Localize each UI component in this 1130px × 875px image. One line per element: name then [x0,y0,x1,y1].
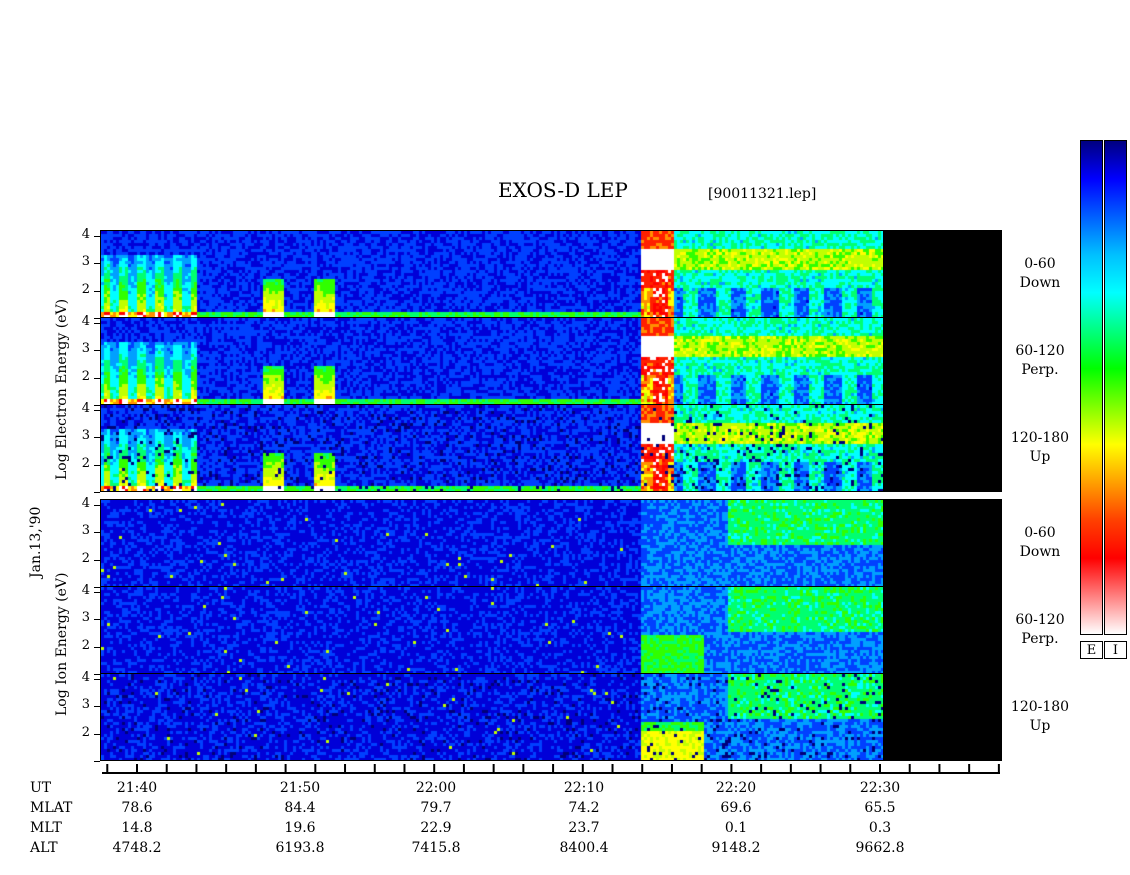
panel-label-0: 0-60 Down [1000,255,1080,293]
pitch-range-label: 60-120 [1015,343,1065,359]
ephemeris-value: 8400.4 [559,840,609,856]
y-tick [94,437,100,438]
electron-colorbar-label: E [1080,641,1103,659]
time-tick-label: 22:00 [415,780,457,796]
y-tick-label: 2 [81,455,90,471]
y-tick-label: 4 [81,400,90,416]
spectrogram-image [101,318,883,404]
time-tick-label: 21:40 [116,780,158,796]
ephemeris-value: 14.8 [121,820,153,836]
spectrogram-image [101,674,883,760]
ion-colorbar-label: I [1104,641,1127,659]
ephemeris-value: 0.3 [868,820,892,836]
y-tick [94,350,100,351]
y-tick-label: 2 [81,724,90,740]
y-tick-label: 2 [81,281,90,297]
spectrogram-image [101,500,883,586]
y-tick [94,235,100,237]
y-tick [94,619,100,620]
date-label: Jan.13,'90 [28,506,44,578]
ion-colorbar [1104,140,1127,635]
chart-title: EXOS-D LEP [498,178,628,202]
ephemeris-value: 4748.2 [112,840,162,856]
file-name: [90011321.lep] [708,186,817,202]
y-tick-label: 4 [81,582,90,598]
direction-label: Down [1019,544,1061,560]
direction-label: Up [1029,449,1051,465]
ephemeris-value: 22.9 [420,820,452,836]
y-tick [94,504,100,506]
panel-label-5: 120-180 Up [1000,698,1080,736]
y-tick-label: 2 [81,368,90,384]
ephemeris-value: 78.6 [121,800,153,816]
time-tick-label: 21:50 [279,780,321,796]
ephemeris-value: 6193.8 [275,840,325,856]
y-tick-label: 2 [81,550,90,566]
y-tick-label: 3 [81,523,90,538]
y-tick [94,559,100,561]
y-tick-label: 3 [81,254,90,269]
panel-label-3: 0-60 Down [1000,524,1080,562]
ephemeris-value: 74.2 [568,800,600,816]
y-tick-label: 4 [81,495,90,511]
time-tick-label: 22:20 [715,780,757,796]
time-tick-label: 22:30 [859,780,901,796]
y-tick [94,263,100,264]
time-tick-label: 22:10 [563,780,605,796]
pitch-range-label: 120-180 [1010,430,1070,446]
ephemeris-value: 9662.8 [855,840,905,856]
y-tick [94,409,100,411]
y-tick-label: 3 [81,610,90,625]
ephemeris-value: 84.4 [284,800,316,816]
y-tick-label: 2 [81,637,90,653]
ephemeris-row-label: MLAT [30,800,73,816]
y-tick [94,706,100,707]
y-tick [94,322,100,324]
pitch-range-label: 120-180 [1010,699,1070,715]
direction-label: Perp. [1021,631,1059,647]
ephemeris-value: 23.7 [568,820,600,836]
panel-label-2: 120-180 Up [1000,429,1080,467]
y-tick-label: 4 [81,226,90,242]
spectrogram-image [101,587,883,673]
ephemeris-value: 7415.8 [411,840,461,856]
panel-label-4: 60-120 Perp. [1000,611,1080,649]
y-tick-label: 4 [81,313,90,329]
y-tick [94,290,100,292]
electron-axis-label: Log Electron Energy (eV) [54,298,70,480]
ephemeris-value: 69.6 [720,800,752,816]
y-tick-label: 3 [81,341,90,356]
ephemeris-value: 0.1 [724,820,748,836]
ut-row-label: UT [30,780,52,796]
y-tick [94,591,100,593]
ion-axis-label: Log Ion Energy (eV) [54,572,70,716]
ephemeris-value: 79.7 [420,800,452,816]
y-tick [94,646,100,648]
y-tick-label: 3 [81,697,90,712]
y-tick [94,678,100,680]
y-tick-label: 4 [81,669,90,685]
direction-label: Up [1029,718,1051,734]
pitch-range-label: 0-60 [1024,256,1056,272]
y-tick [94,532,100,533]
ephemeris-row-label: MLT [30,820,62,836]
ephemeris-value: 9148.2 [711,840,761,856]
ephemeris-row-label: ALT [30,840,58,856]
direction-label: Down [1019,275,1061,291]
ephemeris-value: 19.6 [284,820,316,836]
electron-colorbar [1080,140,1103,635]
ephemeris-value: 65.5 [864,800,896,816]
time-axis [102,764,1000,774]
spectrogram-image [101,231,883,317]
y-tick [94,464,100,466]
y-tick [94,377,100,379]
pitch-range-label: 60-120 [1015,612,1065,628]
y-tick-label: 3 [81,428,90,443]
y-tick [94,492,100,493]
direction-label: Perp. [1021,362,1059,378]
y-tick [94,733,100,735]
pitch-range-label: 0-60 [1024,525,1056,541]
spectrogram-image [101,405,883,491]
panel-label-1: 60-120 Perp. [1000,342,1080,380]
